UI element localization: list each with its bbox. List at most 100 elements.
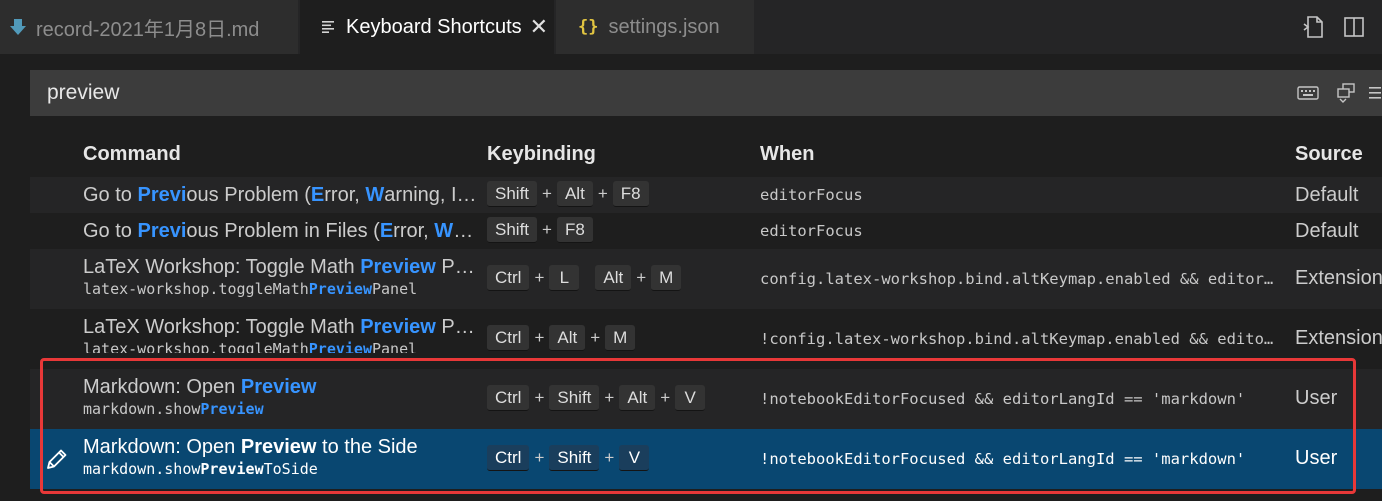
split-editor-icon[interactable] xyxy=(1334,7,1374,47)
when-cell[interactable]: !config.latex-workshop.bind.altKeymap.en… xyxy=(760,330,1282,348)
tab-settings-json[interactable]: {} settings.json xyxy=(556,0,754,54)
key-cap: L xyxy=(549,265,580,291)
when-cell[interactable]: editorFocus xyxy=(760,222,1282,240)
tab-label: settings.json xyxy=(608,15,720,38)
text-segment: latex-workshop.toggleMath xyxy=(83,280,309,298)
command-title: Markdown: Open Preview xyxy=(83,375,478,399)
match-highlight: Previ xyxy=(137,220,187,242)
keybinding-cell[interactable]: Ctrl + L Alt + M xyxy=(487,265,682,291)
source-cell: User xyxy=(1295,447,1338,469)
match-highlight: W xyxy=(434,220,454,242)
keybinding-cell[interactable]: Ctrl + Shift + Alt + V xyxy=(487,385,706,411)
key-cap: Shift xyxy=(487,217,538,243)
table-row[interactable]: Go to Previous Problem (Error, Warning, … xyxy=(30,177,1382,213)
key-cap: V xyxy=(619,445,650,471)
keybinding-cell[interactable]: Ctrl + Alt + M xyxy=(487,325,636,351)
search-input[interactable] xyxy=(30,70,1270,116)
source-cell: Default xyxy=(1295,184,1359,206)
command-cell: Markdown: Open Preview to the Side markd… xyxy=(83,435,478,479)
tab-label: Keyboard Shortcuts xyxy=(346,15,522,38)
match-highlight: Preview xyxy=(360,256,436,278)
source-cell: User xyxy=(1295,387,1338,409)
command-cell: Go to Previous Problem in Files (Error, … xyxy=(83,219,478,243)
when-cell[interactable]: config.latex-workshop.bind.altKeymap.ena… xyxy=(760,270,1282,288)
column-header-command[interactable]: Command xyxy=(83,143,181,166)
sort-by-precedence-icon[interactable] xyxy=(1330,77,1362,109)
key-plus: + xyxy=(660,388,671,407)
table-row-selected[interactable]: Markdown: Open Preview to the Side markd… xyxy=(30,429,1382,489)
keybinding-cell[interactable]: Shift + F8 xyxy=(487,217,593,243)
tab-label: record-2021年1月8日.md xyxy=(36,18,260,41)
close-icon[interactable]: ✕ xyxy=(530,14,548,40)
key-cap: V xyxy=(675,385,706,411)
match-highlight: Preview xyxy=(240,436,317,458)
when-cell[interactable]: !notebookEditorFocused && editorLangId =… xyxy=(760,450,1282,468)
table-row[interactable]: Go to Previous Problem in Files (Error, … xyxy=(30,213,1382,249)
search-actions xyxy=(1292,70,1382,116)
text-segment: ous Problem ( xyxy=(186,184,311,206)
text-segment: ous Problem in Files ( xyxy=(186,220,380,242)
text-segment: Panel xyxy=(372,280,418,298)
text-segment: Panel xyxy=(372,340,418,353)
text-segment: rror, xyxy=(393,220,435,242)
match-highlight: Preview xyxy=(240,376,317,398)
command-cell: Markdown: Open Preview markdown.showPrev… xyxy=(83,375,478,419)
table-row[interactable]: Markdown: Open Preview markdown.showPrev… xyxy=(30,369,1382,429)
match-highlight: E xyxy=(310,184,325,206)
text-segment: LaTeX Workshop: Toggle Math xyxy=(83,256,361,278)
command-cell: LaTeX Workshop: Toggle Math Preview Pane… xyxy=(83,315,478,353)
match-highlight: W xyxy=(365,184,385,206)
table-header: Command Keybinding When Source xyxy=(30,130,1382,177)
match-highlight: Preview xyxy=(360,316,436,338)
tab-keyboard-shortcuts[interactable]: Keyboard Shortcuts ✕ xyxy=(300,0,554,54)
command-id: markdown.showPreview xyxy=(83,399,478,419)
keybinding-cell[interactable]: Shift + Alt + F8 xyxy=(487,181,649,207)
text-segment: LaTeX Workshop: Toggle Math xyxy=(83,316,361,338)
text-segment: Panel xyxy=(441,256,478,278)
key-plus: + xyxy=(534,448,545,467)
keybinding-cell[interactable]: Ctrl + Shift + V xyxy=(487,445,650,471)
column-header-keybinding[interactable]: Keybinding xyxy=(487,143,596,166)
match-highlight: Preview xyxy=(200,400,264,418)
match-highlight: Previ xyxy=(137,184,187,206)
key-plus: + xyxy=(636,268,647,287)
record-keys-icon[interactable] xyxy=(1292,77,1324,109)
key-plus: + xyxy=(534,388,545,407)
text-segment: markdown.show xyxy=(83,400,201,418)
edit-pencil-icon[interactable] xyxy=(44,446,70,472)
key-plus: + xyxy=(590,328,601,347)
text-segment: Go to xyxy=(83,220,138,242)
text-segment: arning, Info) xyxy=(384,184,478,206)
match-highlight: Preview xyxy=(308,340,372,353)
text-segment: Markdown: Open xyxy=(83,436,241,458)
when-cell[interactable]: editorFocus xyxy=(760,186,1282,204)
key-cap: Ctrl xyxy=(487,325,530,351)
key-cap: Alt xyxy=(549,325,586,351)
column-header-when[interactable]: When xyxy=(760,143,814,166)
key-cap: Alt xyxy=(556,181,593,207)
command-title: Go to Previous Problem (Error, Warning, … xyxy=(83,183,478,207)
keybindings-table: Command Keybinding When Source Go to Pre… xyxy=(30,130,1382,501)
key-cap: Ctrl xyxy=(487,385,530,411)
key-cap: Ctrl xyxy=(487,265,530,291)
key-cap: M xyxy=(651,265,682,291)
command-cell: LaTeX Workshop: Toggle Math Preview Pane… xyxy=(83,255,478,299)
text-segment: to the Side xyxy=(316,436,418,458)
command-title: LaTeX Workshop: Toggle Math Preview Pane… xyxy=(83,255,478,279)
open-keybindings-json-icon[interactable] xyxy=(1294,7,1334,47)
table-row[interactable]: LaTeX Workshop: Toggle Math Preview Pane… xyxy=(30,249,1382,309)
key-plus: + xyxy=(597,184,608,203)
key-plus: + xyxy=(542,184,552,203)
tab-record-md[interactable]: record-2021年1月8日.md xyxy=(0,0,298,54)
match-highlight: Preview xyxy=(308,280,372,298)
key-cap: Shift xyxy=(549,445,600,471)
key-cap: Alt xyxy=(595,265,632,291)
table-row[interactable]: LaTeX Workshop: Toggle Math Preview Pane… xyxy=(30,309,1382,369)
key-plus: + xyxy=(604,388,615,407)
more-actions-icon[interactable] xyxy=(1368,77,1382,109)
command-title: LaTeX Workshop: Toggle Math Preview Pane… xyxy=(83,315,478,339)
command-title: Go to Previous Problem in Files (Error, … xyxy=(83,219,478,243)
text-segment: markdown.show xyxy=(83,460,201,478)
column-header-source[interactable]: Source xyxy=(1295,143,1363,166)
when-cell[interactable]: !notebookEditorFocused && editorLangId =… xyxy=(760,390,1282,408)
